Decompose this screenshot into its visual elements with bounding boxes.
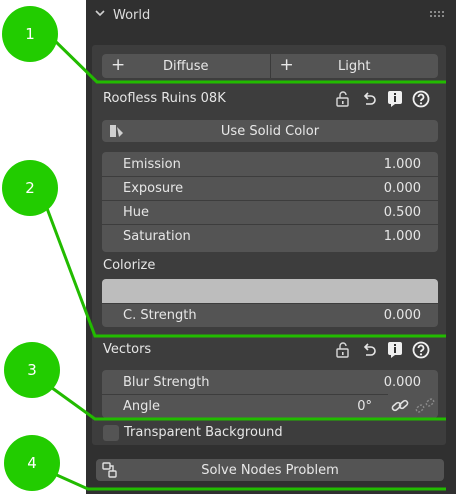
callout-4: 4 [4, 435, 60, 491]
callout-2: 2 [2, 160, 58, 216]
callout-3: 3 [4, 342, 60, 398]
callout-1: 1 [2, 6, 58, 62]
annotation-lines [40, 36, 446, 491]
